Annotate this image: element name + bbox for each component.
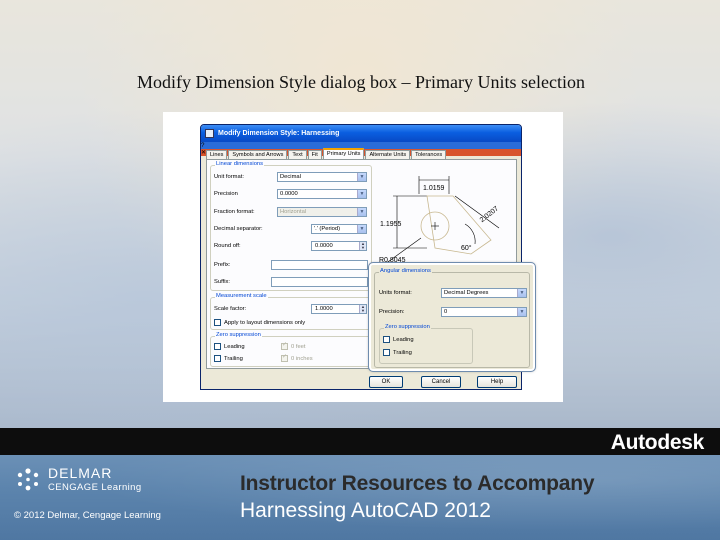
suffix-input[interactable]	[271, 277, 368, 287]
tab-tolerances[interactable]: Tolerances	[411, 150, 447, 159]
precision-select[interactable]: 0.0000 ▼	[277, 189, 367, 199]
angular-precision-select[interactable]: 0 ▼	[441, 307, 527, 317]
apply-layout-label: Apply to layout dimensions only	[224, 319, 306, 326]
angular-zero-group: Zero suppression Leading Trailing	[379, 324, 473, 364]
tab-fit[interactable]: Fit	[307, 150, 322, 159]
app-icon	[205, 129, 214, 138]
tab-primary-units[interactable]: Primary Units	[322, 148, 365, 159]
angular-precision-value: 0	[444, 309, 448, 315]
angular-trailing-checkbox[interactable]: Trailing	[383, 349, 412, 356]
round-off-label: Round off:	[214, 243, 241, 249]
scale-factor-value: 1.0000	[315, 306, 333, 312]
zero-suppression-label: Zero suppression	[215, 332, 262, 338]
checkbox-box[interactable]	[214, 343, 221, 350]
zero-suppression-group: Zero suppression Leading Trailing 0 feet…	[210, 332, 372, 367]
scale-factor-spinner[interactable]: 1.0000 ▲ ▼	[311, 304, 367, 314]
chevron-down-icon[interactable]: ▼	[517, 289, 526, 297]
prefix-label: Prefix:	[214, 262, 231, 268]
angular-zero-label: Zero suppression	[384, 324, 431, 330]
dim-left-label: 1.1955	[380, 221, 402, 228]
angular-precision-label: Precision:	[379, 309, 405, 315]
trailing-label: Trailing	[224, 355, 243, 362]
leading-label: Leading	[224, 343, 245, 350]
checkbox-box[interactable]	[383, 336, 390, 343]
publisher-sub: CENGAGE Learning	[48, 482, 142, 493]
help-button[interactable]: Help	[477, 376, 517, 388]
angular-dimensions-callout: Angular dimensions Units format: Decimal…	[368, 262, 536, 372]
decimal-separator-select[interactable]: '.' (Period) ▼	[311, 224, 367, 234]
round-off-spinner[interactable]: 0.0000 ▲ ▼	[311, 241, 367, 251]
angular-dimensions-label: Angular dimensions	[379, 268, 432, 274]
dialog-title-bar[interactable]: Modify Dimension Style: Harnessing	[201, 125, 521, 142]
tab-lines[interactable]: Lines	[206, 150, 228, 159]
measurement-scale-group: Measurement scale Scale factor: 1.0000 ▲ ▼…	[210, 293, 372, 330]
zero-feet-label: 0 feet	[291, 343, 306, 350]
unit-format-label: Unit format:	[214, 174, 244, 180]
leading-checkbox[interactable]: Leading	[214, 343, 245, 350]
ok-button[interactable]: OK	[369, 376, 403, 388]
dialog-title: Modify Dimension Style: Harnessing	[218, 130, 340, 137]
zero-inches-label: 0 inches	[291, 355, 313, 362]
angular-trailing-label: Trailing	[393, 349, 412, 356]
copyright-text: © 2012 Delmar, Cengage Learning	[14, 510, 161, 521]
units-format-value: Decimal Degrees	[444, 290, 489, 296]
units-format-select[interactable]: Decimal Degrees ▼	[441, 288, 527, 298]
angular-leading-checkbox[interactable]: Leading	[383, 336, 414, 343]
linear-dimensions-group: Linear dimensions Unit format: Decimal ▼ …	[210, 161, 372, 291]
checkbox-box	[281, 341, 288, 350]
chevron-down-icon[interactable]: ▼	[357, 225, 366, 233]
chevron-down-icon[interactable]: ▼	[517, 308, 526, 316]
tab-symbols-arrows[interactable]: Symbols and Arrows	[228, 150, 288, 159]
dim-top-label: 1.0159	[423, 185, 445, 192]
footer-subheading: Harnessing AutoCAD 2012	[240, 499, 491, 522]
zero-inches-checkbox: 0 inches	[281, 353, 313, 362]
delmar-logo-icon	[17, 468, 39, 491]
scale-factor-label: Scale factor:	[214, 306, 247, 312]
tab-strip: Lines Symbols and Arrows Text Fit Primar…	[206, 148, 447, 159]
footer-heading: Instructor Resources to Accompany	[240, 472, 595, 495]
checkbox-box[interactable]	[214, 319, 221, 326]
publisher-name: DELMAR	[48, 465, 113, 481]
chevron-down-icon[interactable]: ▼	[357, 190, 366, 198]
fraction-format-label: Fraction format:	[214, 209, 255, 215]
zero-feet-checkbox: 0 feet	[281, 341, 306, 350]
decimal-separator-label: Decimal separator:	[214, 226, 263, 232]
autodesk-logo: Autodesk	[610, 431, 705, 454]
tab-text[interactable]: Text	[288, 150, 307, 159]
spinner-arrows-icon[interactable]: ▲ ▼	[359, 305, 366, 313]
fraction-format-select: Horizontal ▼	[277, 207, 367, 217]
spinner-arrows-icon[interactable]: ▲ ▼	[359, 242, 366, 250]
unit-format-select[interactable]: Decimal ▼	[277, 172, 367, 182]
chevron-down-icon[interactable]: ▼	[357, 173, 366, 181]
slide-title: Modify Dimension Style dialog box – Prim…	[137, 72, 585, 92]
measurement-scale-label: Measurement scale	[215, 293, 268, 299]
checkbox-box[interactable]	[214, 355, 221, 362]
checkbox-box	[281, 353, 288, 362]
trailing-checkbox[interactable]: Trailing	[214, 355, 243, 362]
angular-leading-label: Leading	[393, 336, 414, 343]
precision-label: Precision	[214, 191, 238, 197]
angle-label: 60°	[461, 244, 472, 252]
decimal-separator-value: '.' (Period)	[314, 226, 341, 232]
apply-layout-checkbox[interactable]: Apply to layout dimensions only	[214, 319, 305, 326]
angular-dimensions-group: Angular dimensions Units format: Decimal…	[374, 268, 530, 368]
round-off-value: 0.0000	[315, 243, 333, 249]
linear-dimensions-label: Linear dimensions	[215, 161, 265, 167]
units-format-label: Units format:	[379, 290, 412, 296]
dimension-preview: 1.0159 1.1955 2.0207 60° R0.8045	[379, 176, 500, 265]
prefix-input[interactable]	[271, 260, 368, 270]
fraction-format-value: Horizontal	[280, 209, 307, 215]
chevron-down-icon: ▼	[357, 208, 366, 216]
cancel-button[interactable]: Cancel	[421, 376, 461, 388]
unit-format-value: Decimal	[280, 174, 301, 180]
tab-alternate-units[interactable]: Alternate Units	[365, 150, 411, 159]
precision-value: 0.0000	[280, 191, 298, 197]
suffix-label: Suffix:	[214, 279, 231, 285]
checkbox-box[interactable]	[383, 349, 390, 356]
